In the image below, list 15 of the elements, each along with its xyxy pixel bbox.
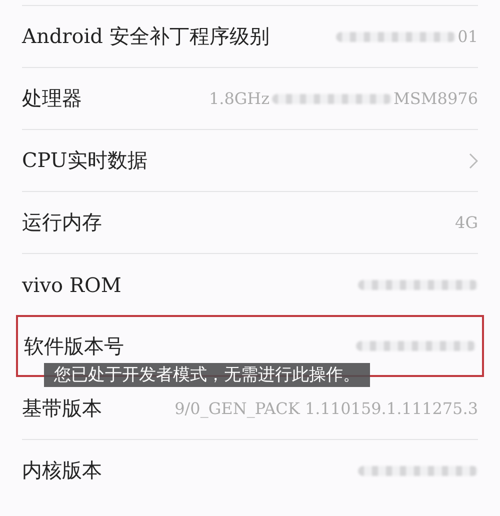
setting-label: 基带版本 [22,395,102,422]
chevron-icon [469,152,478,168]
setting-label: 软件版本号 [24,332,124,360]
setting-value: 1.8GHz [208,89,270,108]
setting-label: Android 安全补丁程序级别 [22,23,270,50]
toast-message: 您已处于开发者模式，无需进行此操作。 [44,363,370,387]
setting-label: 内核版本 [22,457,102,484]
setting-label: CPU实时数据 [22,147,148,174]
setting-value: 01 [458,27,478,46]
setting-value: 9/0_GEN_PACK 1.110159.1.111275.3 [174,399,478,418]
setting-label: 处理器 [22,85,82,112]
setting-value: 4G [455,213,478,232]
setting-value: MSM8976 [394,89,478,108]
setting-label: vivo ROM [22,272,122,296]
setting-label: 运行内存 [22,209,102,236]
